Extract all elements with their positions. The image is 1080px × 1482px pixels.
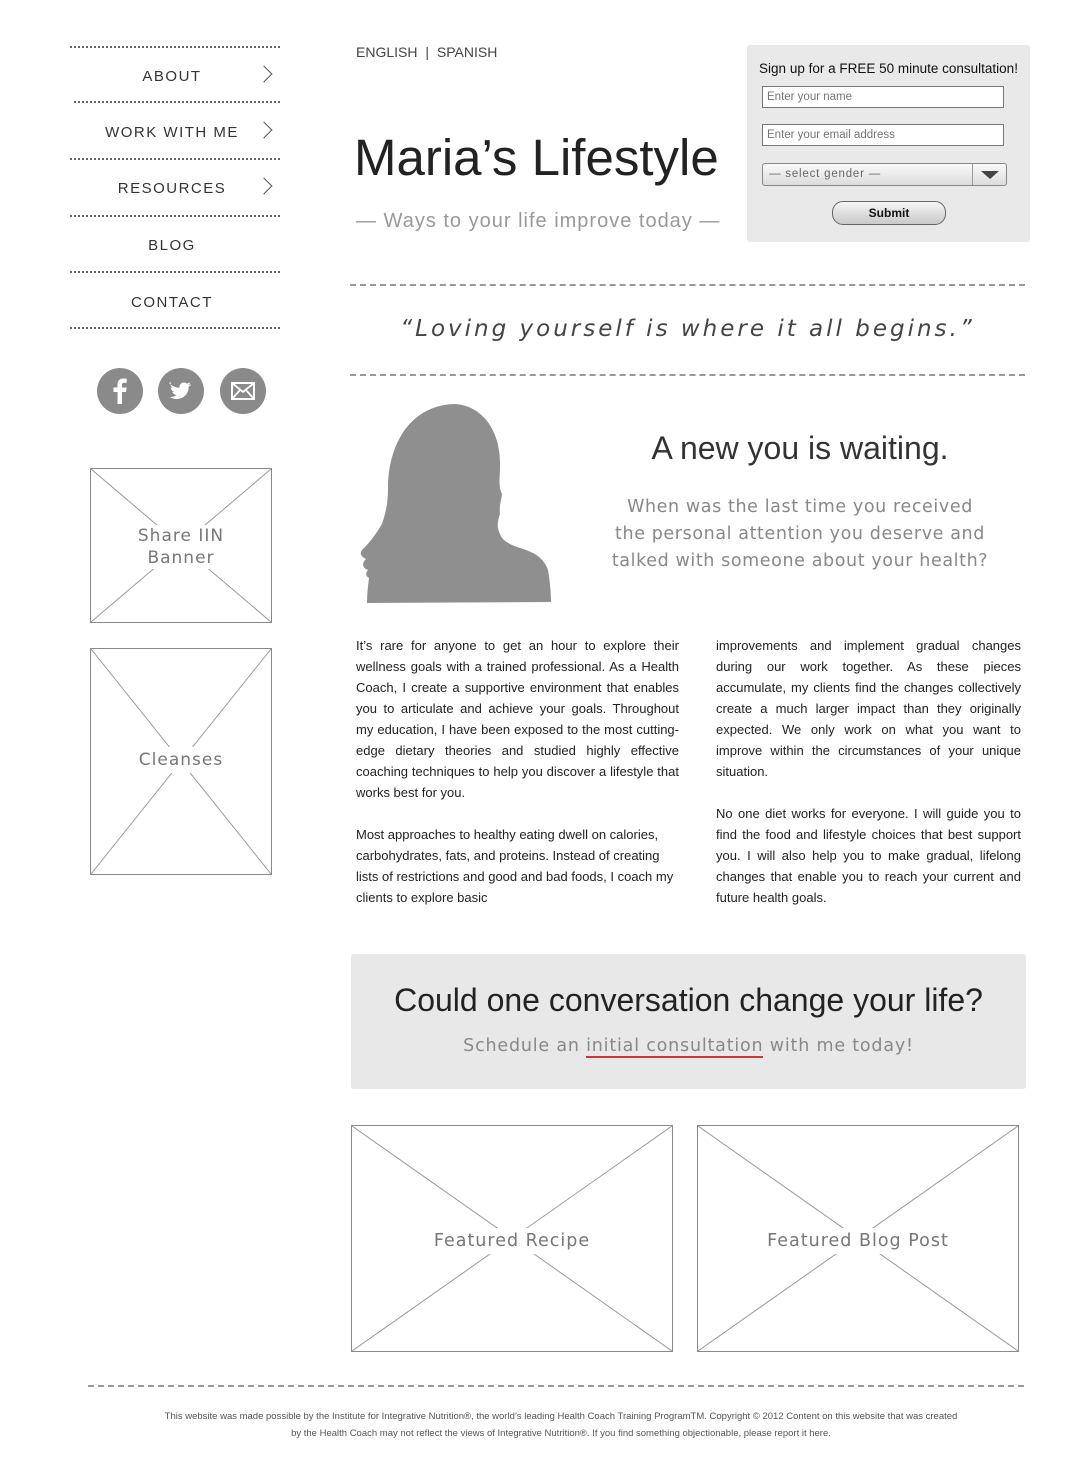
featured-blog-post-placeholder[interactable]: Featured Blog Post	[697, 1125, 1019, 1352]
chevron-down-icon[interactable]	[972, 164, 1006, 185]
nav-item-about[interactable]: ABOUT	[70, 68, 274, 85]
profile-silhouette-image	[358, 402, 554, 604]
gender-select[interactable]: — select gender —	[762, 163, 1007, 186]
lang-separator: |	[425, 44, 429, 60]
nav-item-label: WORK WITH ME	[105, 124, 239, 141]
initial-consultation-link[interactable]: initial consultation	[586, 1036, 764, 1058]
cleanses-label: Cleanses	[131, 747, 231, 773]
facebook-icon[interactable]	[97, 368, 143, 414]
footer-divider	[88, 1385, 1024, 1387]
divider	[350, 374, 1025, 376]
footer-line: by the Health Coach may not reflect the …	[291, 1428, 831, 1439]
gender-select-value: — select gender —	[769, 168, 882, 180]
nav-item-label: ABOUT	[142, 68, 202, 85]
body-column-right: improvements and implement gradual chang…	[716, 635, 1021, 929]
email-field[interactable]	[762, 124, 1004, 146]
quote: “Loving yourself is where it all begins.…	[400, 316, 975, 342]
body-column-left: It’s rare for anyone to get an hour to e…	[356, 635, 679, 929]
featured-blog-post-label: Featured Blog Post	[766, 1228, 950, 1254]
cta-banner: Could one conversation change your life?…	[351, 954, 1026, 1089]
body-paragraph: improvements and implement gradual chang…	[716, 638, 1021, 779]
body-paragraph: No one diet works for everyone. I will g…	[716, 806, 1021, 905]
language-switcher: ENGLISH | SPANISH	[356, 44, 497, 60]
submit-button[interactable]: Submit	[832, 201, 946, 225]
nav-item-work-with-me[interactable]: WORK WITH ME	[70, 124, 274, 141]
signup-form: Sign up for a FREE 50 minute consultatio…	[747, 45, 1030, 242]
divider	[350, 284, 1025, 286]
nav-divider	[70, 158, 280, 160]
cta-text: with me today!	[763, 1036, 914, 1056]
name-field[interactable]	[762, 86, 1004, 108]
share-iin-banner-label: Share IIN Banner	[133, 525, 229, 569]
cleanses-placeholder[interactable]: Cleanses	[90, 648, 272, 875]
nav-divider	[70, 327, 280, 329]
email-icon[interactable]	[220, 368, 266, 414]
nav-item-contact[interactable]: CONTACT	[70, 294, 274, 311]
lang-english-link[interactable]: ENGLISH	[356, 44, 417, 60]
nav-item-label: CONTACT	[131, 294, 213, 311]
cta-heading: Could one conversation change your life?	[394, 982, 983, 1018]
footer-line: This website was made possible by the In…	[164, 1411, 958, 1422]
featured-recipe-placeholder[interactable]: Featured Recipe	[351, 1125, 673, 1352]
body-paragraph: Most approaches to healthy eating dwell …	[356, 827, 674, 905]
lang-spanish-link[interactable]: SPANISH	[437, 44, 497, 60]
nav-item-resources[interactable]: RESOURCES	[70, 180, 274, 197]
cta-subheading: Schedule an initial consultation with me…	[351, 1036, 1026, 1058]
nav-item-label: RESOURCES	[117, 180, 227, 197]
nav-divider	[70, 271, 280, 273]
cta-text: Schedule an	[463, 1036, 587, 1056]
featured-recipe-label: Featured Recipe	[430, 1228, 594, 1254]
site-title: Maria’s Lifestyle	[354, 129, 719, 186]
site-tagline: — Ways to your life improve today —	[356, 210, 721, 232]
nav-item-blog[interactable]: BLOG	[70, 237, 274, 254]
intro-subheading: When was the last time you received the …	[611, 497, 989, 571]
nav-divider	[70, 215, 280, 217]
share-iin-banner-placeholder[interactable]: Share IIN Banner	[90, 468, 272, 623]
nav-divider	[74, 101, 280, 103]
signup-title: Sign up for a FREE 50 minute consultatio…	[759, 61, 1018, 76]
twitter-icon[interactable]	[158, 368, 204, 414]
body-paragraph: It’s rare for anyone to get an hour to e…	[356, 638, 679, 800]
footer-text: This website was made possible by the In…	[150, 1408, 972, 1442]
nav-divider	[70, 46, 280, 48]
intro-heading: A new you is waiting.	[651, 430, 949, 466]
nav-item-label: BLOG	[148, 237, 196, 254]
